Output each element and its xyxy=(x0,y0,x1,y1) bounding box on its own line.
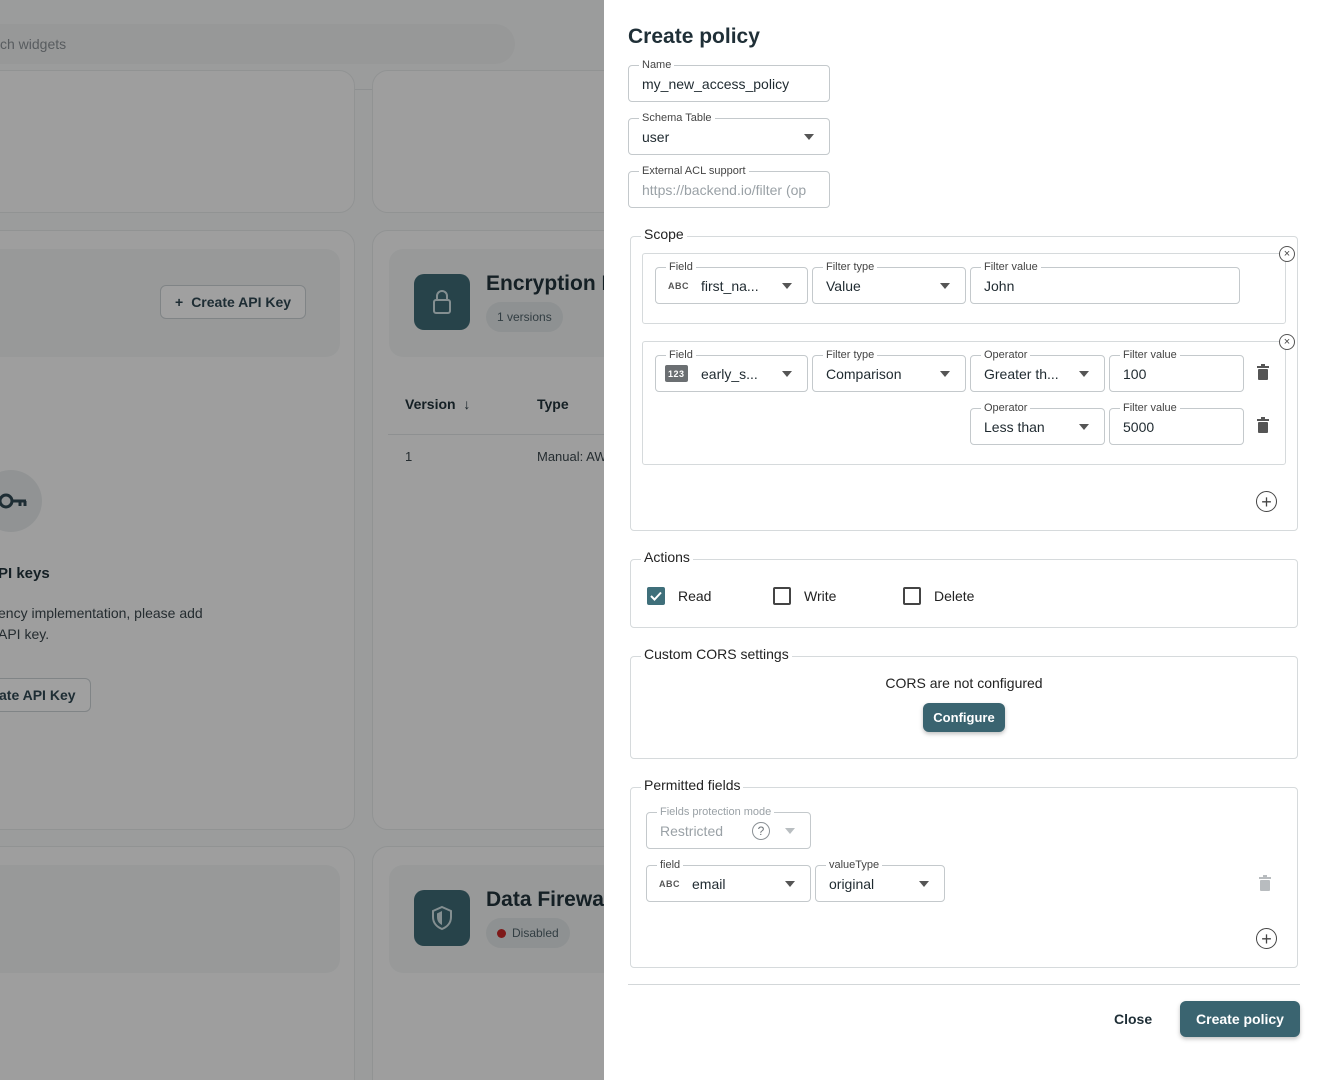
trash-icon[interactable] xyxy=(1257,364,1269,380)
rule1-filter-type-value: Value xyxy=(826,278,861,294)
rule2-field-label: Field xyxy=(666,348,696,362)
close-button[interactable]: Close xyxy=(1114,1011,1152,1027)
remove-rule-icon[interactable]: × xyxy=(1279,334,1295,350)
chevron-down-icon xyxy=(782,283,792,289)
permitted-field-select[interactable]: field ABC email xyxy=(646,858,811,902)
drawer-title: Create policy xyxy=(628,25,760,48)
rule1-filter-value-field[interactable]: Filter value John xyxy=(970,260,1240,304)
text-type-icon: ABC xyxy=(668,280,689,291)
remove-rule-icon[interactable]: × xyxy=(1279,246,1295,262)
trash-icon[interactable] xyxy=(1259,875,1271,891)
value-type-label: valueType xyxy=(826,858,883,872)
number-type-icon: 123 xyxy=(665,365,688,382)
operator-label: Operator xyxy=(981,401,1031,415)
protection-mode-value: Restricted xyxy=(660,823,724,839)
read-label: Read xyxy=(678,588,712,604)
delete-checkbox[interactable]: Delete xyxy=(903,587,974,605)
external-acl-placeholder: https://backend.io/filter (op xyxy=(642,182,807,198)
rule2-filter-type-label: Filter type xyxy=(823,348,878,362)
add-permitted-field-icon[interactable]: + xyxy=(1256,928,1277,949)
rule1-filter-value-label: Filter value xyxy=(981,260,1041,274)
text-type-icon: ABC xyxy=(659,878,680,889)
create-policy-button[interactable]: Create policy xyxy=(1180,1001,1300,1037)
rule1-filter-type-label: Filter type xyxy=(823,260,878,274)
add-scope-rule-icon[interactable]: + xyxy=(1256,491,1277,512)
chevron-down-icon xyxy=(1079,371,1089,377)
operator-value: Greater th... xyxy=(984,366,1059,382)
read-checkbox[interactable]: Read xyxy=(647,587,711,605)
delete-label: Delete xyxy=(934,588,975,604)
chevron-down-icon xyxy=(940,283,950,289)
schema-table-label: Schema Table xyxy=(639,111,715,125)
rule1-filter-value: John xyxy=(984,278,1015,294)
chevron-down-icon xyxy=(804,134,814,140)
operator-value: Less than xyxy=(984,419,1045,435)
condition-value: 100 xyxy=(1123,366,1147,382)
chevron-down-icon xyxy=(785,828,795,834)
value-type-value: original xyxy=(829,876,875,892)
permitted-field-label: field xyxy=(657,858,684,872)
permitted-field-value: email xyxy=(692,876,726,892)
rule2-field-value: early_s... xyxy=(701,366,758,382)
create-policy-drawer: Create policy Name my_new_access_policy … xyxy=(604,0,1324,1080)
schema-table-select[interactable]: Schema Table user xyxy=(628,111,830,155)
protection-mode-label: Fields protection mode xyxy=(657,805,775,819)
chevron-down-icon xyxy=(785,881,795,887)
scope-label: Scope xyxy=(641,226,687,242)
write-label: Write xyxy=(804,588,837,604)
rule1-field-label: Field xyxy=(666,260,696,274)
name-label: Name xyxy=(639,58,675,72)
value-type-select[interactable]: valueType original xyxy=(815,858,945,902)
operator-label: Operator xyxy=(981,348,1031,362)
rule2-field-select[interactable]: Field 123 early_s... xyxy=(655,348,808,392)
chevron-down-icon xyxy=(940,371,950,377)
cors-label: Custom CORS settings xyxy=(641,646,792,662)
name-field[interactable]: Name my_new_access_policy xyxy=(628,58,830,102)
permitted-fields-label: Permitted fields xyxy=(641,777,744,793)
rule1-field-select[interactable]: Field ABC first_na... xyxy=(655,260,808,304)
operator-select[interactable]: Operator Less than xyxy=(970,401,1105,445)
rule1-field-value: first_na... xyxy=(701,278,759,294)
chevron-down-icon xyxy=(919,881,929,887)
configure-button[interactable]: Configure xyxy=(923,703,1005,732)
name-value: my_new_access_policy xyxy=(642,76,790,92)
help-icon[interactable]: ? xyxy=(752,822,770,840)
external-acl-label: External ACL support xyxy=(639,164,749,178)
checkbox-checked-icon xyxy=(647,587,665,605)
chevron-down-icon xyxy=(1079,424,1089,430)
operator-select[interactable]: Operator Greater th... xyxy=(970,348,1105,392)
trash-icon[interactable] xyxy=(1257,417,1269,433)
write-checkbox[interactable]: Write xyxy=(773,587,836,605)
cors-status: CORS are not configured xyxy=(885,675,1043,691)
rule2-filter-type-select[interactable]: Filter type Comparison xyxy=(812,348,966,392)
condition-value-field[interactable]: Filter value 100 xyxy=(1109,348,1244,392)
condition-value-field[interactable]: Filter value 5000 xyxy=(1109,401,1244,445)
chevron-down-icon xyxy=(782,371,792,377)
rule2-filter-type-value: Comparison xyxy=(826,366,902,382)
actions-label: Actions xyxy=(641,549,693,565)
condition-value-label: Filter value xyxy=(1120,348,1180,362)
protection-mode-select[interactable]: Fields protection mode Restricted ? xyxy=(646,805,811,849)
checkbox-icon xyxy=(773,587,791,605)
footer-divider xyxy=(628,984,1300,985)
schema-table-value: user xyxy=(642,129,670,145)
condition-value: 5000 xyxy=(1123,419,1155,435)
rule1-filter-type-select[interactable]: Filter type Value xyxy=(812,260,966,304)
condition-value-label: Filter value xyxy=(1120,401,1180,415)
external-acl-field[interactable]: External ACL support https://backend.io/… xyxy=(628,164,830,208)
checkbox-icon xyxy=(903,587,921,605)
